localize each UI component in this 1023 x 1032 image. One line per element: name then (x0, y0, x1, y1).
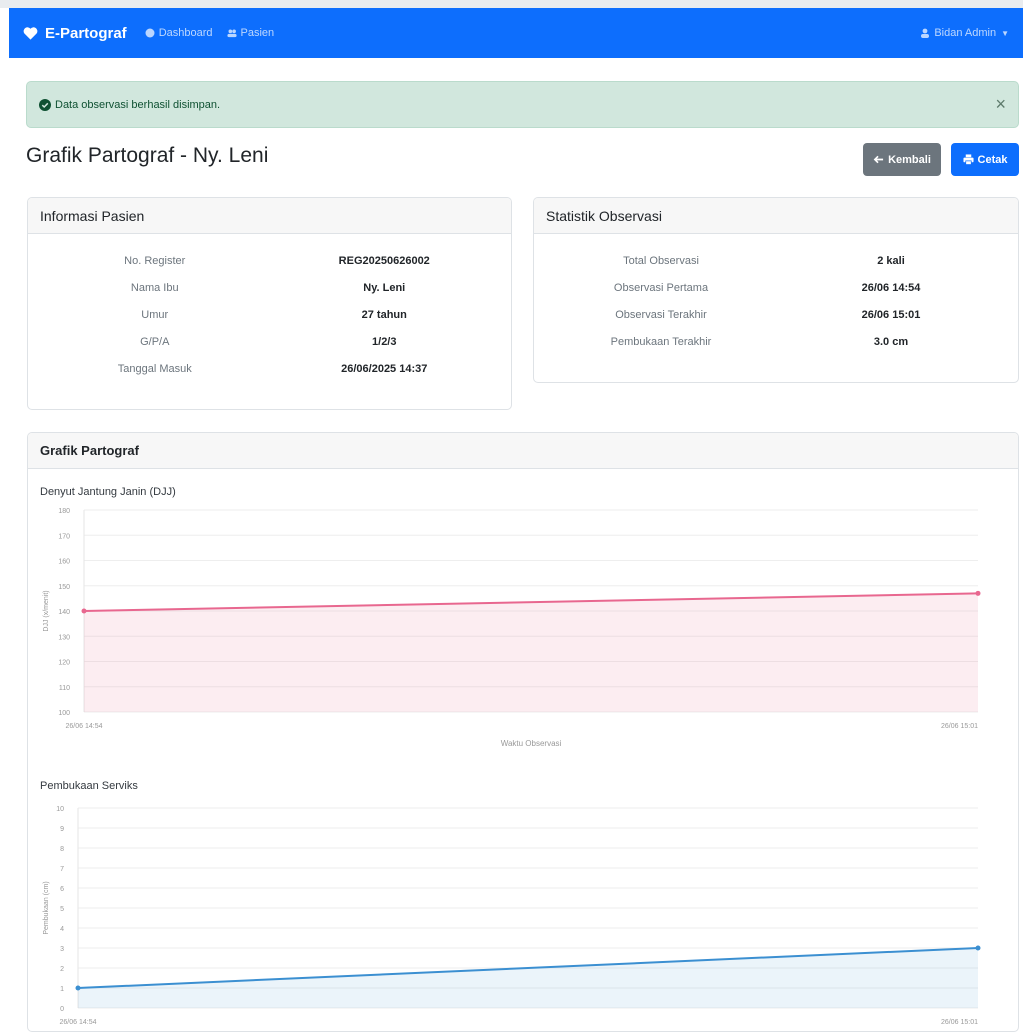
stat-label: Observasi Pertama (613, 281, 709, 294)
nav-link-dashboard-label: Dashboard (158, 27, 213, 39)
stat-label: Pembukaan Terakhir (610, 335, 712, 348)
brand-link[interactable]: E-Partograf (23, 25, 127, 42)
stat-row: Total Observasi 2 kali (546, 247, 1006, 274)
x-tick-label: 26/06 15:01 (941, 1019, 978, 1025)
stat-value: 26/06 15:01 (861, 308, 921, 321)
chevron-down-icon: ▼ (1001, 28, 1009, 38)
y-tick-label: 3 (60, 946, 64, 953)
x-tick-label: 26/06 14:54 (66, 723, 103, 730)
y-tick-label: 5 (60, 906, 64, 913)
stat-value: 2 kali (877, 254, 905, 267)
data-point (75, 985, 81, 991)
y-axis-label: DJJ (x/menit) (43, 590, 50, 631)
x-tick-label: 26/06 15:01 (941, 723, 978, 730)
y-tick-label: 180 (58, 508, 70, 515)
info-label: Umur (141, 308, 169, 321)
info-label: Tanggal Masuk (117, 362, 192, 375)
y-tick-label: 100 (58, 710, 70, 717)
alert-message: Data observasi berhasil disimpan. (55, 98, 221, 111)
info-row: Umur 27 tahun (40, 301, 499, 328)
stat-value: 26/06 14:54 (861, 281, 921, 294)
printer-icon (962, 154, 974, 165)
print-button-label: Cetak (977, 153, 1008, 166)
back-button-label: Kembali (888, 153, 931, 166)
check-circle-icon (39, 98, 51, 111)
y-tick-label: 160 (58, 559, 70, 566)
data-point (975, 945, 981, 951)
y-tick-label: 1 (60, 986, 64, 993)
y-axis-label: Pembukaan (cm) (43, 881, 50, 934)
y-tick-label: 110 (59, 685, 70, 692)
stats-header: Statistik Observasi (534, 198, 1018, 234)
y-tick-label: 0 (60, 1006, 64, 1013)
arrow-left-icon (873, 155, 884, 164)
back-button[interactable]: Kembali (863, 143, 941, 176)
info-label: No. Register (124, 254, 186, 267)
print-button[interactable]: Cetak (951, 143, 1019, 176)
y-tick-label: 9 (60, 826, 64, 833)
y-tick-label: 130 (58, 634, 70, 641)
info-value: Ny. Leni (363, 281, 406, 294)
heart-icon (23, 27, 38, 40)
close-icon[interactable]: × (995, 94, 1006, 115)
browser-top-strip (0, 0, 1023, 8)
nav-link-pasien[interactable]: Pasien (226, 27, 275, 39)
patient-info-header: Informasi Pasien (28, 198, 511, 234)
nav-link-pasien-label: Pasien (240, 27, 275, 39)
y-tick-label: 170 (58, 533, 70, 540)
stat-label: Total Observasi (623, 254, 699, 267)
stats-card: Statistik Observasi Total Observasi 2 kal… (533, 197, 1019, 383)
djj-chart: 100 110 120 130 140 150 160 170 180 26/06 14:54 26… (43, 508, 981, 748)
page-title: Grafik Partograf - Ny. Leni (26, 144, 269, 167)
y-tick-label: 140 (58, 609, 70, 616)
success-alert: Data observasi berhasil disimpan. × (26, 81, 1019, 128)
x-axis-label: Waktu Observasi (501, 739, 562, 748)
nav-link-dashboard[interactable]: Dashboard (145, 27, 213, 39)
dashboard-icon (145, 28, 155, 38)
y-tick-label: 8 (60, 846, 64, 853)
info-value: 26/06/2025 14:37 (341, 362, 428, 375)
y-tick-label: 2 (60, 966, 64, 973)
graph-card-header: Grafik Partograf (28, 433, 1018, 469)
stat-row: Observasi Terakhir 26/06 15:01 (546, 301, 1006, 328)
data-point (975, 590, 981, 596)
info-label: Nama Ibu (130, 281, 179, 294)
user-name: Bidan Admin (934, 27, 997, 39)
info-value: 1/2/3 (372, 335, 397, 348)
users-icon (226, 29, 237, 38)
y-tick-label: 7 (60, 866, 64, 873)
y-tick-label: 150 (58, 584, 70, 591)
x-tick-label: 26/06 14:54 (60, 1019, 97, 1025)
cervix-chart: 0 1 2 3 4 5 6 7 8 9 10 26/06 14:54 26/06 15:01 Pembuk… (43, 806, 981, 1025)
patient-info-card: Informasi Pasien No. Register REG20250626… (27, 197, 512, 410)
series-area (84, 593, 978, 712)
stat-label: Observasi Terakhir (615, 308, 707, 321)
info-row: Nama Ibu Ny. Leni (40, 274, 499, 301)
stat-value: 3.0 cm (873, 335, 909, 348)
data-point (81, 608, 87, 614)
navbar: E-Partograf Dashboard Pasien Bidan Admin… (9, 8, 1023, 58)
y-tick-label: 4 (60, 926, 64, 933)
stat-row: Observasi Pertama 26/06 14:54 (546, 274, 1006, 301)
info-label: G/P/A (140, 335, 170, 348)
stat-row: Pembukaan Terakhir 3.0 cm (546, 328, 1006, 355)
cervix-chart-title: Pembukaan Serviks (40, 780, 138, 792)
series-area (78, 948, 978, 1008)
info-row: G/P/A 1/2/3 (40, 328, 499, 355)
y-tick-label: 10 (56, 806, 64, 813)
info-row: No. Register REG20250626002 (40, 247, 499, 274)
djj-chart-title: Denyut Jantung Janin (DJJ) (40, 486, 176, 498)
info-value: REG20250626002 (338, 254, 430, 267)
y-tick-label: 120 (58, 660, 70, 667)
user-menu[interactable]: Bidan Admin ▼ (920, 27, 1009, 39)
info-row: Tanggal Masuk 26/06/2025 14:37 (40, 355, 499, 382)
brand-label: E-Partograf (45, 24, 127, 42)
info-value: 27 tahun (361, 308, 407, 321)
y-tick-label: 6 (60, 886, 64, 893)
user-icon (921, 28, 930, 38)
